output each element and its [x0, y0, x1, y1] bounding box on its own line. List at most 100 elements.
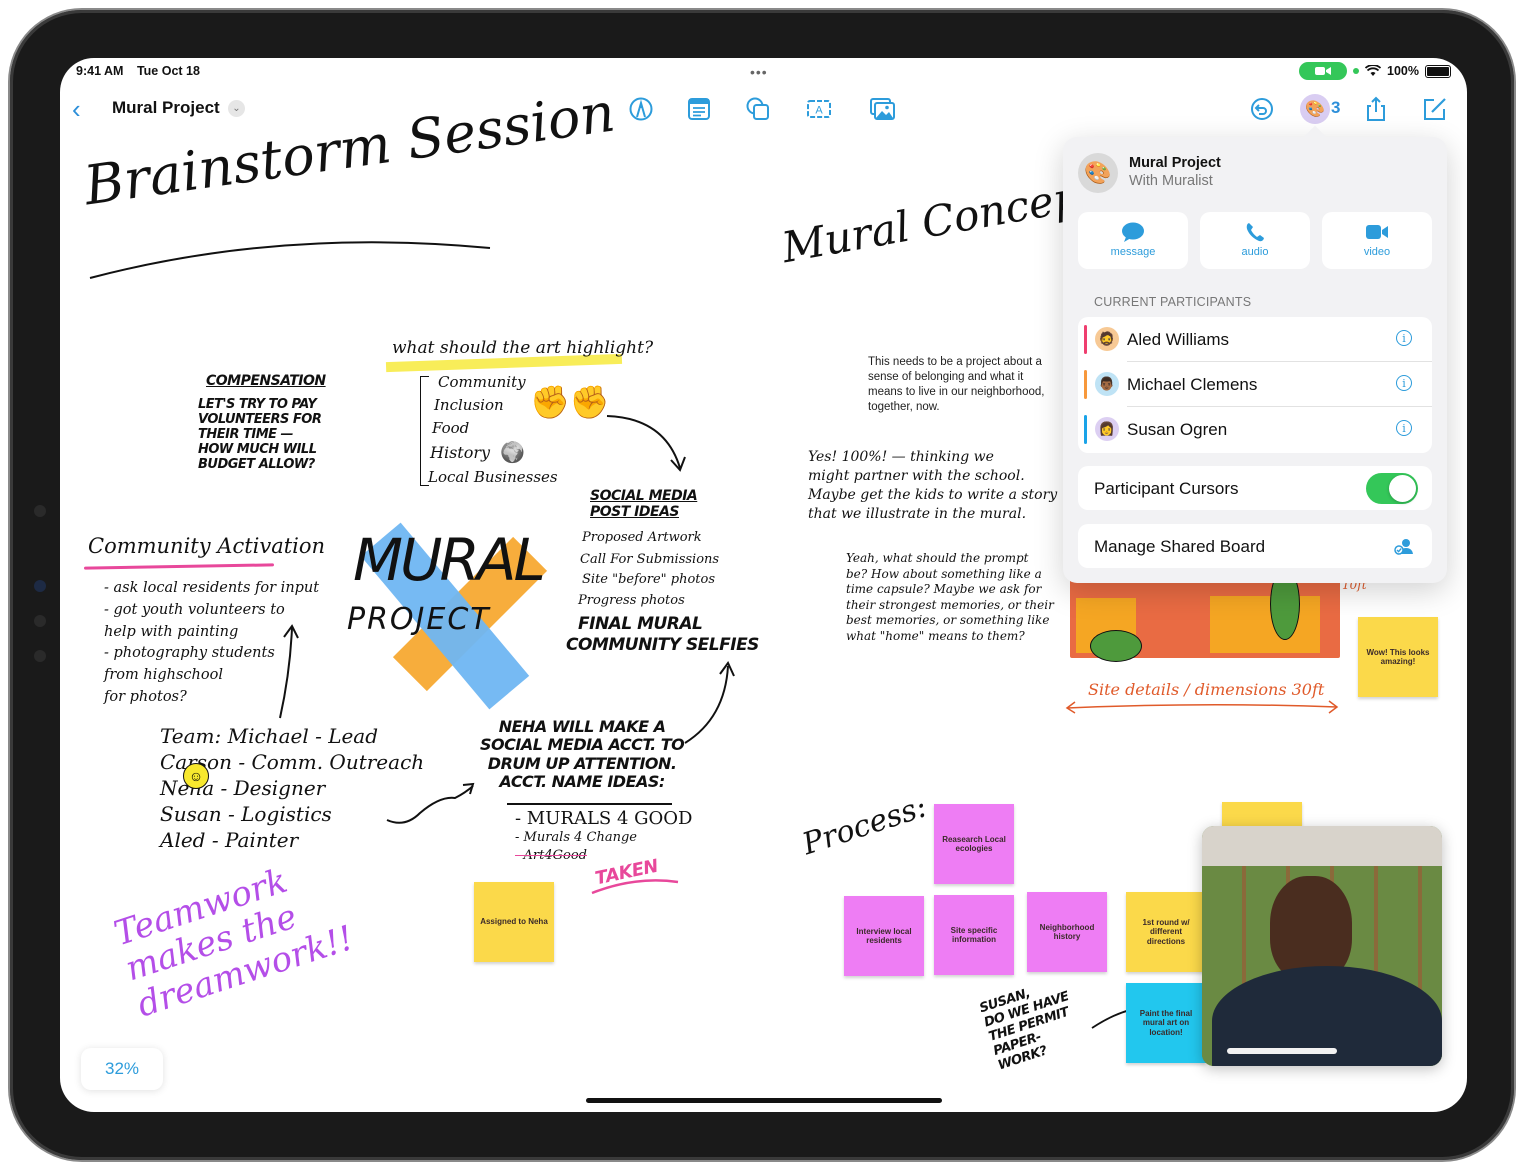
pink-underline-stroke: [83, 563, 275, 570]
art-highlight-question[interactable]: what should the art highlight?: [392, 338, 653, 359]
zoom-level-button[interactable]: 32%: [81, 1048, 163, 1090]
title-underline-stroke: [89, 241, 491, 279]
photo-icon: [870, 98, 895, 120]
message-button[interactable]: message: [1078, 212, 1188, 269]
board-title[interactable]: Mural Project: [112, 98, 220, 118]
social-item[interactable]: FINAL MURAL: [578, 614, 703, 635]
sensor-dot: [34, 650, 46, 662]
sticky-note[interactable]: 1st round w/ different directions: [1126, 892, 1206, 972]
collaboration-popover: 🎨 Mural Project With Muralist message au…: [1063, 137, 1447, 583]
social-item[interactable]: COMMUNITY SELFIES: [566, 635, 759, 656]
participant-avatar: 👩: [1095, 417, 1119, 441]
divider-stroke: [507, 803, 672, 805]
battery-icon: [1425, 64, 1451, 78]
info-icon[interactable]: i: [1396, 330, 1412, 346]
teamwork-note[interactable]: Teamwork makes the dreamwork!!: [109, 849, 358, 1026]
sticky-note-tool-button[interactable]: [685, 96, 713, 122]
collaboration-button[interactable]: 🎨: [1300, 94, 1330, 124]
audio-call-button[interactable]: audio: [1200, 212, 1310, 269]
new-board-button[interactable]: [1420, 96, 1448, 122]
typed-text-note[interactable]: This needs to be a project about a sense…: [868, 355, 1053, 415]
compensation-note[interactable]: LET'S TRY TO PAY VOLUNTEERS FOR THEIR TI…: [198, 397, 322, 473]
share-button[interactable]: [1362, 96, 1390, 122]
facetime-active-indicator[interactable]: [1299, 62, 1348, 80]
battery-percent: 100%: [1387, 64, 1419, 78]
highlight-item[interactable]: History: [430, 443, 490, 463]
svg-text:A: A: [815, 105, 823, 117]
process-label[interactable]: Process:: [798, 788, 931, 863]
media-tool-button[interactable]: [868, 96, 896, 122]
popover-title: Mural Project: [1129, 155, 1221, 171]
participant-name: Aled Williams: [1127, 330, 1230, 349]
up-arrow: [279, 624, 299, 719]
pen-tool-button[interactable]: [627, 96, 655, 122]
camera-lens: [34, 580, 46, 592]
participant-color-bar: [1084, 370, 1087, 399]
home-indicator[interactable]: [586, 1098, 942, 1103]
title-menu-button[interactable]: ⌄: [228, 100, 245, 117]
facetime-video-tile[interactable]: [1202, 826, 1442, 1066]
participant-cursors-toggle[interactable]: [1366, 473, 1418, 504]
neha-social-note[interactable]: NEHA WILL MAKE A SOCIAL MEDIA ACCT. TO D…: [480, 717, 685, 792]
info-icon[interactable]: i: [1396, 420, 1412, 436]
up-right-arrow: [684, 661, 735, 744]
message-bubble-icon: [1122, 222, 1144, 242]
pink-underline-stroke: [591, 879, 679, 895]
freeform-app-screen: 9:41 AM Tue Oct 18 ••• 100% ‹ Mural Proj…: [60, 58, 1467, 1112]
permit-question-note[interactable]: SUSAN, DO WE HAVE THE PERMIT PAPER- WORK…: [978, 976, 1085, 1074]
manage-shared-board-label: Manage Shared Board: [1094, 537, 1266, 556]
text-box-tool-button[interactable]: A: [805, 96, 833, 122]
history-button[interactable]: [1248, 96, 1276, 122]
palette-icon: 🎨: [1084, 160, 1112, 185]
globe-doodle[interactable]: 🌍: [500, 440, 525, 465]
shapes-icon: [746, 97, 769, 120]
sticky-note[interactable]: Reasearch Local ecologies: [934, 804, 1014, 884]
participant-row[interactable]: 🧔 Aled Williams i: [1078, 317, 1432, 362]
video-call-button[interactable]: video: [1322, 212, 1432, 269]
highlight-item[interactable]: Community: [438, 373, 526, 392]
multitasking-dots-icon[interactable]: •••: [750, 64, 768, 80]
highlight-item[interactable]: Food: [432, 419, 469, 438]
shapes-tool-button[interactable]: [744, 96, 772, 122]
highlight-item[interactable]: Inclusion: [434, 396, 504, 415]
back-button[interactable]: ‹: [72, 94, 81, 125]
participant-face: [1270, 876, 1352, 981]
acct-idea[interactable]: - MURALS 4 GOOD: [515, 808, 692, 831]
highlight-item[interactable]: Local Businesses: [428, 468, 558, 487]
smiley-face-icon[interactable]: ☺: [183, 763, 209, 789]
social-item[interactable]: Call For Submissions: [580, 552, 719, 568]
sticky-note[interactable]: Assigned to Neha: [474, 882, 554, 962]
participant-row[interactable]: 👩 Susan Ogren i: [1078, 407, 1432, 452]
sensor-dot: [34, 505, 46, 517]
video-camera-icon: [1315, 67, 1332, 75]
raised-fists-drawing[interactable]: ✊✊: [530, 383, 610, 421]
sticky-note[interactable]: Wow! This looks amazing!: [1358, 617, 1438, 697]
mural-project-logo[interactable]: MURAL PROJECT: [345, 520, 548, 710]
social-media-heading[interactable]: SOCIAL MEDIA POST IDEAS: [590, 488, 698, 520]
acct-idea-crossed[interactable]: - Art4Good: [515, 848, 587, 864]
sticky-note[interactable]: Paint the final mural art on location!: [1126, 983, 1206, 1063]
message-label: message: [1110, 246, 1156, 258]
site-details-label[interactable]: Site details / dimensions 30ft: [1088, 680, 1324, 700]
sticky-note[interactable]: Interview local residents: [844, 896, 924, 976]
sticky-note[interactable]: Site specific information: [934, 895, 1014, 975]
collaborator-count[interactable]: 3: [1331, 98, 1340, 118]
compensation-heading[interactable]: COMPENSATION: [206, 373, 326, 389]
phone-icon: [1246, 223, 1264, 242]
social-item[interactable]: Progress photos: [578, 593, 685, 609]
audio-label: audio: [1241, 246, 1269, 258]
participant-color-bar: [1084, 415, 1087, 444]
community-activation-heading[interactable]: Community Activation: [88, 533, 325, 559]
reply-note-2[interactable]: Yeah, what should the prompt be? How abo…: [846, 551, 1054, 645]
social-item[interactable]: Site "before" photos: [582, 572, 715, 588]
video-label: video: [1363, 246, 1391, 258]
reply-note-1[interactable]: Yes! 100%! — thinking we might partner w…: [808, 448, 1057, 524]
manage-shared-board-row[interactable]: Manage Shared Board: [1078, 524, 1432, 568]
participant-row[interactable]: 👨🏾 Michael Clemens i: [1078, 362, 1432, 407]
social-item[interactable]: Proposed Artwork: [582, 530, 702, 546]
sticky-note[interactable]: Neighborhood history: [1027, 892, 1107, 972]
info-icon[interactable]: i: [1396, 375, 1412, 391]
mural-sketch-drawing[interactable]: [1070, 568, 1340, 662]
person-checkmark-icon: [1394, 539, 1413, 555]
acct-idea[interactable]: - Murals 4 Change: [515, 830, 637, 846]
